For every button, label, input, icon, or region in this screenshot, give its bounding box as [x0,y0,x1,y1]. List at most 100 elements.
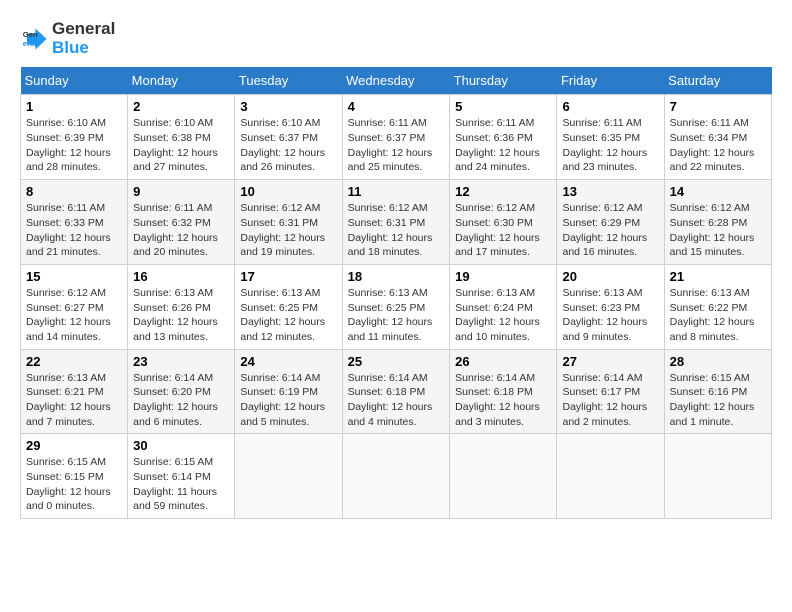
day-number: 14 [670,184,766,199]
day-number: 2 [133,99,229,114]
sunset-label: Sunset: 6:31 PM [240,217,318,229]
daylight-label: Daylight: 12 hours and 15 minutes. [670,232,755,259]
sunrise-label: Sunrise: 6:12 AM [562,202,642,214]
svg-text:eral: eral [23,39,37,48]
sunset-label: Sunset: 6:23 PM [562,302,640,314]
day-number: 5 [455,99,551,114]
sunset-label: Sunset: 6:22 PM [670,302,748,314]
sunrise-label: Sunrise: 6:10 AM [26,117,106,129]
day-header-thursday: Thursday [450,67,557,95]
sunrise-label: Sunrise: 6:14 AM [240,372,320,384]
day-detail: Sunrise: 6:14 AM Sunset: 6:19 PM Dayligh… [240,371,336,430]
day-header-friday: Friday [557,67,664,95]
day-detail: Sunrise: 6:13 AM Sunset: 6:25 PM Dayligh… [348,286,445,345]
daylight-label: Daylight: 12 hours and 20 minutes. [133,232,218,259]
day-detail: Sunrise: 6:11 AM Sunset: 6:37 PM Dayligh… [348,116,445,175]
daylight-label: Daylight: 12 hours and 16 minutes. [562,232,647,259]
day-number: 6 [562,99,658,114]
calendar-cell: 1 Sunrise: 6:10 AM Sunset: 6:39 PM Dayli… [21,95,128,180]
day-number: 25 [348,354,445,369]
calendar-cell: 23 Sunrise: 6:14 AM Sunset: 6:20 PM Dayl… [128,349,235,434]
day-detail: Sunrise: 6:11 AM Sunset: 6:33 PM Dayligh… [26,201,122,260]
sunset-label: Sunset: 6:37 PM [240,132,318,144]
sunrise-label: Sunrise: 6:15 AM [26,456,106,468]
day-number: 28 [670,354,766,369]
day-number: 29 [26,438,122,453]
sunrise-label: Sunrise: 6:12 AM [240,202,320,214]
day-number: 27 [562,354,658,369]
sunrise-label: Sunrise: 6:12 AM [26,287,106,299]
logo: Gen eral General Blue [20,20,115,57]
sunset-label: Sunset: 6:16 PM [670,386,748,398]
sunrise-label: Sunrise: 6:13 AM [133,287,213,299]
sunset-label: Sunset: 6:32 PM [133,217,211,229]
day-detail: Sunrise: 6:11 AM Sunset: 6:34 PM Dayligh… [670,116,766,175]
day-header-saturday: Saturday [664,67,771,95]
day-number: 19 [455,269,551,284]
sunset-label: Sunset: 6:18 PM [455,386,533,398]
calendar-cell: 3 Sunrise: 6:10 AM Sunset: 6:37 PM Dayli… [235,95,342,180]
day-number: 1 [26,99,122,114]
day-number: 24 [240,354,336,369]
sunrise-label: Sunrise: 6:13 AM [26,372,106,384]
calendar-cell: 30 Sunrise: 6:15 AM Sunset: 6:14 PM Dayl… [128,434,235,519]
daylight-label: Daylight: 12 hours and 6 minutes. [133,401,218,428]
day-number: 12 [455,184,551,199]
sunrise-label: Sunrise: 6:14 AM [562,372,642,384]
calendar-cell: 6 Sunrise: 6:11 AM Sunset: 6:35 PM Dayli… [557,95,664,180]
sunset-label: Sunset: 6:37 PM [348,132,426,144]
sunset-label: Sunset: 6:34 PM [670,132,748,144]
day-detail: Sunrise: 6:12 AM Sunset: 6:31 PM Dayligh… [348,201,445,260]
day-header-tuesday: Tuesday [235,67,342,95]
calendar-cell [450,434,557,519]
sunrise-label: Sunrise: 6:13 AM [562,287,642,299]
daylight-label: Daylight: 12 hours and 10 minutes. [455,316,540,343]
sunrise-label: Sunrise: 6:10 AM [240,117,320,129]
daylight-label: Daylight: 12 hours and 8 minutes. [670,316,755,343]
calendar-week-1: 1 Sunrise: 6:10 AM Sunset: 6:39 PM Dayli… [21,95,772,180]
day-number: 16 [133,269,229,284]
daylight-label: Daylight: 12 hours and 27 minutes. [133,147,218,174]
daylight-label: Daylight: 12 hours and 28 minutes. [26,147,111,174]
day-detail: Sunrise: 6:10 AM Sunset: 6:37 PM Dayligh… [240,116,336,175]
daylight-label: Daylight: 12 hours and 13 minutes. [133,316,218,343]
calendar-cell [342,434,450,519]
calendar-cell: 19 Sunrise: 6:13 AM Sunset: 6:24 PM Dayl… [450,264,557,349]
daylight-label: Daylight: 12 hours and 4 minutes. [348,401,433,428]
calendar-cell: 12 Sunrise: 6:12 AM Sunset: 6:30 PM Dayl… [450,180,557,265]
sunset-label: Sunset: 6:17 PM [562,386,640,398]
calendar-cell: 20 Sunrise: 6:13 AM Sunset: 6:23 PM Dayl… [557,264,664,349]
sunset-label: Sunset: 6:35 PM [562,132,640,144]
sunrise-label: Sunrise: 6:14 AM [455,372,535,384]
day-detail: Sunrise: 6:12 AM Sunset: 6:29 PM Dayligh… [562,201,658,260]
calendar-body: 1 Sunrise: 6:10 AM Sunset: 6:39 PM Dayli… [21,95,772,519]
sunset-label: Sunset: 6:36 PM [455,132,533,144]
day-detail: Sunrise: 6:10 AM Sunset: 6:38 PM Dayligh… [133,116,229,175]
sunrise-label: Sunrise: 6:12 AM [348,202,428,214]
calendar-table: SundayMondayTuesdayWednesdayThursdayFrid… [20,67,772,519]
calendar-cell: 7 Sunrise: 6:11 AM Sunset: 6:34 PM Dayli… [664,95,771,180]
day-number: 11 [348,184,445,199]
calendar-cell [235,434,342,519]
sunrise-label: Sunrise: 6:11 AM [670,117,749,129]
sunset-label: Sunset: 6:28 PM [670,217,748,229]
calendar-cell [557,434,664,519]
calendar-cell: 10 Sunrise: 6:12 AM Sunset: 6:31 PM Dayl… [235,180,342,265]
sunrise-label: Sunrise: 6:11 AM [348,117,427,129]
calendar-week-5: 29 Sunrise: 6:15 AM Sunset: 6:15 PM Dayl… [21,434,772,519]
logo-line2: Blue [52,39,115,58]
calendar-cell: 9 Sunrise: 6:11 AM Sunset: 6:32 PM Dayli… [128,180,235,265]
day-detail: Sunrise: 6:14 AM Sunset: 6:18 PM Dayligh… [348,371,445,430]
calendar-cell: 14 Sunrise: 6:12 AM Sunset: 6:28 PM Dayl… [664,180,771,265]
calendar-cell: 24 Sunrise: 6:14 AM Sunset: 6:19 PM Dayl… [235,349,342,434]
sunrise-label: Sunrise: 6:12 AM [455,202,535,214]
logo-line1: General [52,20,115,39]
day-detail: Sunrise: 6:13 AM Sunset: 6:26 PM Dayligh… [133,286,229,345]
calendar-week-3: 15 Sunrise: 6:12 AM Sunset: 6:27 PM Dayl… [21,264,772,349]
day-header-sunday: Sunday [21,67,128,95]
daylight-label: Daylight: 12 hours and 3 minutes. [455,401,540,428]
day-detail: Sunrise: 6:12 AM Sunset: 6:27 PM Dayligh… [26,286,122,345]
day-detail: Sunrise: 6:14 AM Sunset: 6:18 PM Dayligh… [455,371,551,430]
svg-text:Gen: Gen [23,30,38,39]
day-detail: Sunrise: 6:13 AM Sunset: 6:22 PM Dayligh… [670,286,766,345]
